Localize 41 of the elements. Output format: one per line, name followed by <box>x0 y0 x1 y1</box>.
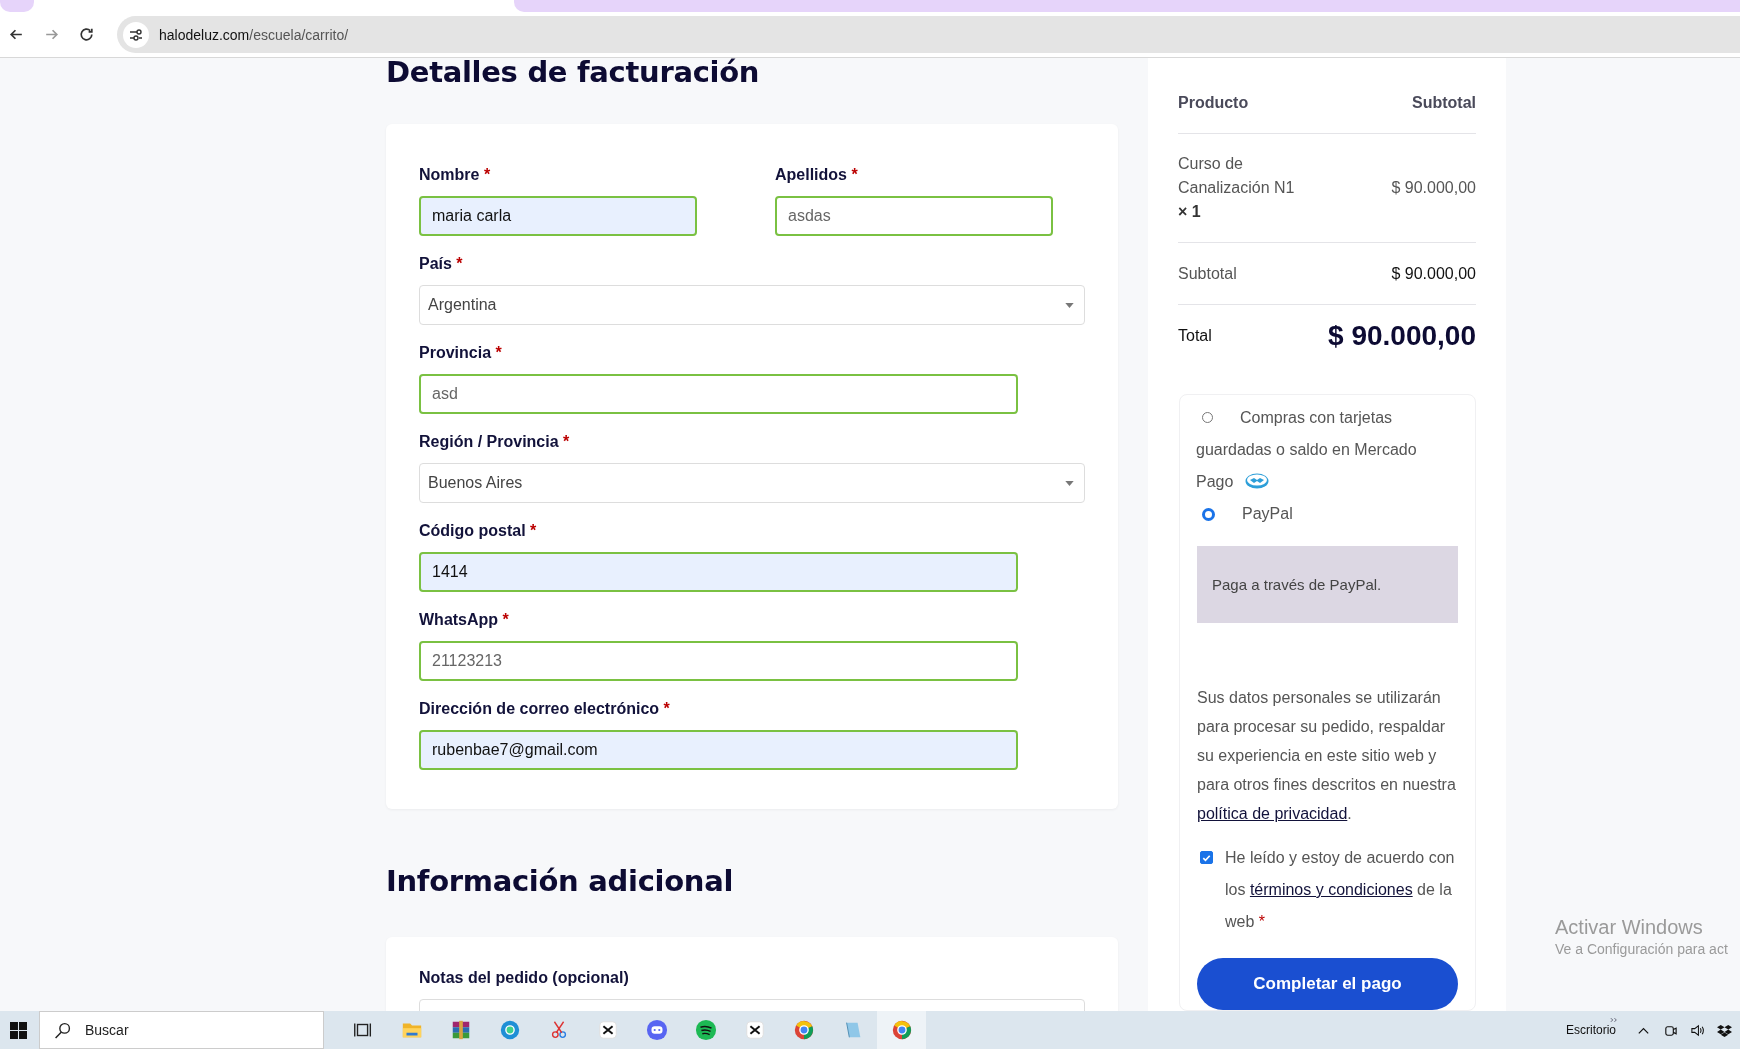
search-field[interactable]: Buscar <box>39 1011 324 1049</box>
address-bar[interactable]: halodeluz.com/escuela/carrito/ <box>117 16 1740 53</box>
input-field[interactable]: asdas <box>775 196 1053 236</box>
subtotal-value: $ 90.000,00 <box>1391 264 1476 283</box>
desktop-label[interactable]: Escritorio <box>1566 1023 1616 1037</box>
privacy-link[interactable]: política de privacidad <box>1197 805 1348 822</box>
input-field[interactable]: 21123213 <box>419 641 1018 681</box>
subtotal-label: Subtotal <box>1178 264 1237 283</box>
payment-option-label[interactable]: Compras con tarjetas guardadas o saldo en Mercado Pago <box>1196 402 1458 498</box>
product-name: Curso de Canalización N1 × 1 <box>1178 154 1296 223</box>
input-field[interactable]: maria carla <box>419 196 697 236</box>
input-field[interactable]: asd <box>419 374 1018 414</box>
field-label: País * <box>419 254 464 274</box>
field-label: Nombre * <box>419 165 492 185</box>
field-label: WhatsApp * <box>419 610 510 630</box>
input-field[interactable]: rubenbae7@gmail.com <box>419 730 1018 770</box>
field-label: Región / Provincia * <box>419 432 571 452</box>
section-heading: Detalles de facturación <box>386 58 761 91</box>
terms-link[interactable]: términos y condiciones <box>1249 881 1413 898</box>
field-label: Dirección de correo electrónico * <box>419 699 671 719</box>
submit-button[interactable]: Completar el pago <box>1197 958 1458 1010</box>
section-heading: Información adicional <box>386 863 735 900</box>
column-header: Producto <box>1178 94 1249 113</box>
activation-subtitle: Ve a Configuración para act <box>1555 941 1728 957</box>
terms-text: He leído y estoy de acuerdo con los términos y condiciones de la web * <box>1225 848 1456 932</box>
total-value: $ 90.000,00 <box>1328 320 1476 353</box>
input-field[interactable]: 1414 <box>419 552 1018 592</box>
total-label: Total <box>1178 327 1212 346</box>
url-text: halodeluz.com/escuela/carrito/ <box>159 26 349 43</box>
field-label: Apellidos * <box>775 165 859 185</box>
field-label: Notas del pedido (opcional) <box>419 968 630 988</box>
dropdown[interactable]: Buenos Aires <box>419 463 1085 503</box>
dropdown[interactable]: Argentina <box>419 285 1085 325</box>
product-price: $ 90.000,00 <box>1391 179 1476 198</box>
column-header: Subtotal <box>1412 94 1476 113</box>
payment-option-label[interactable]: PayPal <box>1198 498 1293 530</box>
field-label: Provincia * <box>419 343 503 363</box>
activation-title: Activar Windows <box>1555 916 1704 939</box>
payment-description: Paga a través de PayPal. <box>1197 546 1458 623</box>
field-label: Código postal * <box>419 521 538 541</box>
privacy-text: Sus datos personales se utilizarán para procesar su pedido, respaldar su experiencia en este sitio web y para otros fines descritos en nuestra política de privacidad. <box>1197 688 1457 824</box>
